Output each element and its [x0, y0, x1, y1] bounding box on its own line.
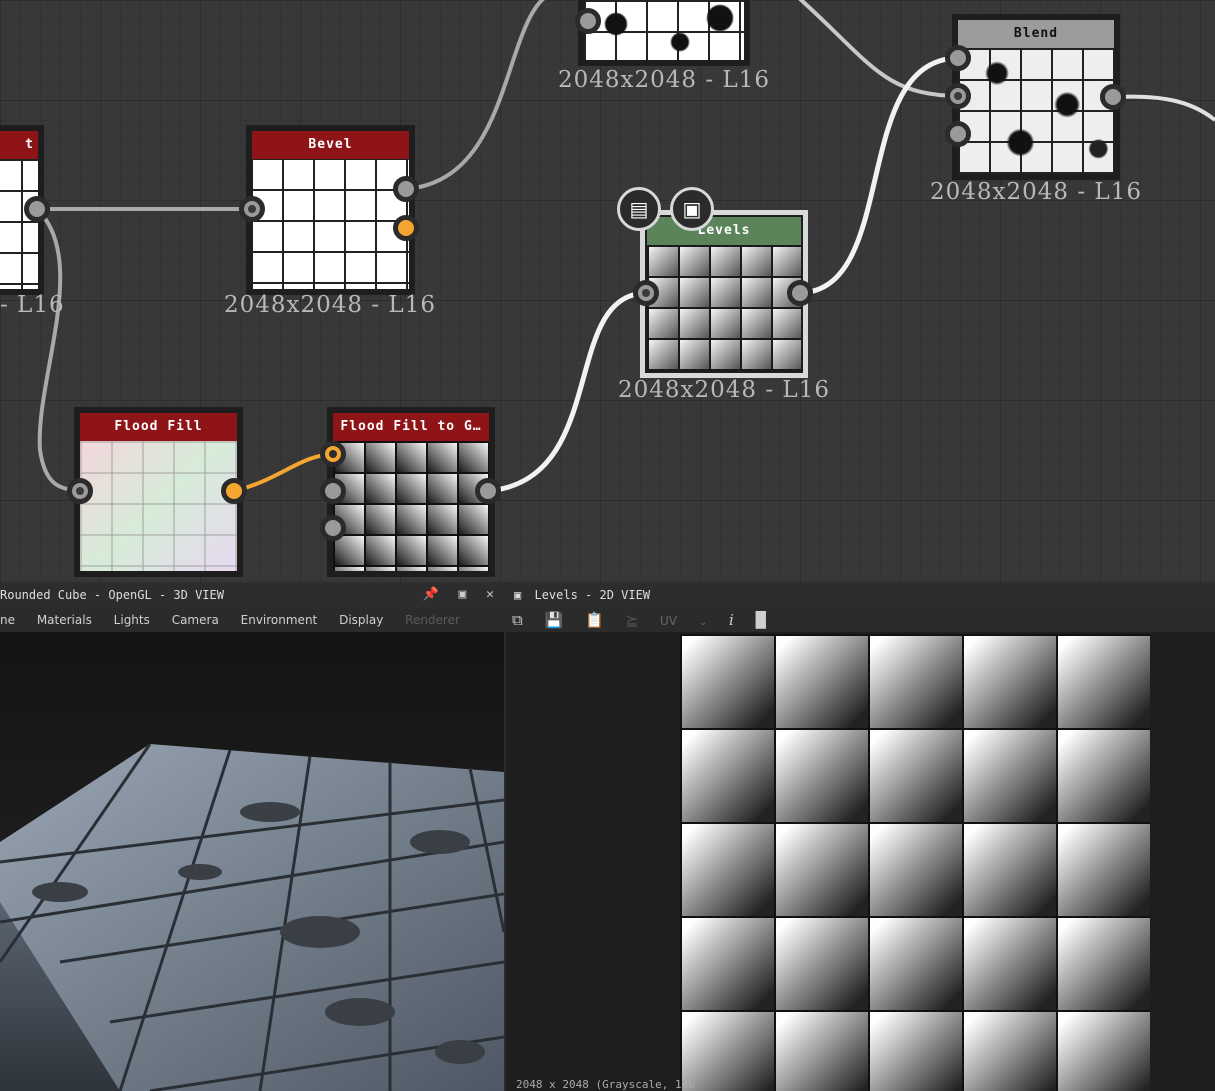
panel-title: Levels - 2D VIEW	[534, 588, 651, 602]
node-title: Bevel	[252, 131, 409, 159]
output-port-orange[interactable]	[393, 215, 419, 241]
rounded-cube-render	[0, 743, 504, 1091]
output-port-orange[interactable]	[221, 478, 247, 504]
panel-title: Rounded Cube - OpenGL - 3D VIEW	[0, 588, 224, 602]
input-port[interactable]	[633, 280, 659, 306]
node-thumbnail	[584, 0, 744, 60]
view-2d-toolbar: ⧉ 💾 📋 ⪴ UV ⌄ i ▉	[506, 608, 1215, 632]
input-port[interactable]	[239, 196, 265, 222]
node-top[interactable]	[578, 0, 750, 66]
close-icon[interactable]: ✕	[486, 587, 494, 602]
node-title: Flood Fill to G…	[333, 413, 489, 441]
node-caption: 2048x2048 - L16	[224, 292, 436, 318]
node-caption: 2048x2048 - L16	[618, 377, 830, 403]
node-title: Blend	[958, 20, 1114, 48]
histogram-icon[interactable]: ▉	[756, 608, 768, 632]
input-port[interactable]	[945, 121, 971, 147]
maximize-icon[interactable]: ▣	[459, 587, 467, 602]
node-thumbnail	[80, 441, 237, 571]
node-thumbnail	[0, 159, 38, 289]
chevron-down-icon[interactable]: ⌄	[699, 611, 707, 635]
save-icon[interactable]: 💾	[545, 608, 564, 632]
document-icon[interactable]: ▤	[617, 187, 661, 231]
node-blend[interactable]: Blend	[952, 14, 1120, 180]
share-icon[interactable]: ⪴	[626, 608, 639, 632]
input-port[interactable]	[945, 45, 971, 71]
panel-title-bar: Rounded Cube - OpenGL - 3D VIEW 📌 ▣ ✕	[0, 582, 504, 608]
input-port-orange[interactable]	[320, 441, 346, 467]
output-port[interactable]	[1100, 84, 1126, 110]
output-port[interactable]	[787, 280, 813, 306]
node-thumbnail	[333, 441, 489, 571]
node-thumbnail	[958, 48, 1114, 174]
viewport-3d[interactable]	[0, 632, 504, 1091]
output-port[interactable]	[475, 478, 501, 504]
node-caption: - L16	[0, 292, 65, 318]
node-bevel[interactable]: Bevel	[246, 125, 415, 295]
input-port[interactable]	[320, 515, 346, 541]
menu-lights[interactable]: Lights	[114, 613, 150, 627]
uv-dropdown[interactable]: UV	[660, 609, 677, 633]
input-port[interactable]	[575, 8, 601, 34]
menu-scene[interactable]: ne	[0, 613, 15, 627]
node-title: Flood Fill	[80, 413, 237, 441]
link-floodfill-fftog	[233, 452, 335, 493]
levels-texture	[680, 634, 1150, 1091]
node-thumbnail	[252, 159, 409, 289]
info-icon[interactable]: i	[729, 608, 734, 632]
menu-renderer[interactable]: Renderer	[405, 613, 460, 627]
node-caption: 2048x2048 - L16	[558, 67, 770, 93]
input-port[interactable]	[67, 478, 93, 504]
link-bevel-top	[405, 0, 545, 191]
output-port[interactable]	[393, 176, 419, 202]
clipboard-icon[interactable]: 📋	[585, 608, 604, 632]
view-3d-menu: ne Materials Lights Camera Environment D…	[0, 608, 504, 632]
checker-icon[interactable]: ▣	[670, 187, 714, 231]
node-title: Levels	[647, 217, 801, 245]
node-thumbnail	[647, 245, 801, 371]
menu-environment[interactable]: Environment	[241, 613, 318, 627]
panel-title-bar: ▣ Levels - 2D VIEW	[506, 582, 1215, 608]
node-flood-fill[interactable]: Flood Fill	[74, 407, 243, 577]
output-port[interactable]	[24, 196, 50, 222]
pin-icon[interactable]: 📌	[423, 587, 439, 602]
view-2d-panel: ▣ Levels - 2D VIEW ⧉ 💾 📋 ⪴ UV ⌄ i ▉ 2048…	[506, 582, 1215, 1091]
input-port[interactable]	[945, 83, 971, 109]
link-top-blend	[798, 0, 959, 98]
menu-materials[interactable]: Materials	[37, 613, 92, 627]
node-caption: 2048x2048 - L16	[930, 179, 1142, 205]
status-text: 2048 x 2048 (Grayscale, 16b	[516, 1078, 695, 1091]
link-blend-out	[1112, 94, 1215, 122]
menu-display[interactable]: Display	[339, 613, 383, 627]
input-port[interactable]	[320, 478, 346, 504]
node-levels[interactable]: Levels	[640, 210, 808, 378]
node-graph[interactable]: t - L16 Bevel 2048x2048 - L16 2048x2048 …	[0, 0, 1215, 582]
copy-view-icon[interactable]: ⧉	[512, 608, 523, 632]
checker-icon: ▣	[514, 588, 522, 602]
view-3d-panel: Rounded Cube - OpenGL - 3D VIEW 📌 ▣ ✕ ne…	[0, 582, 504, 1091]
node-flood-fill-to-gradient[interactable]: Flood Fill to G…	[327, 407, 495, 577]
menu-camera[interactable]: Camera	[172, 613, 219, 627]
node-title: t	[0, 131, 38, 159]
texture-preview[interactable]	[680, 634, 1150, 1091]
